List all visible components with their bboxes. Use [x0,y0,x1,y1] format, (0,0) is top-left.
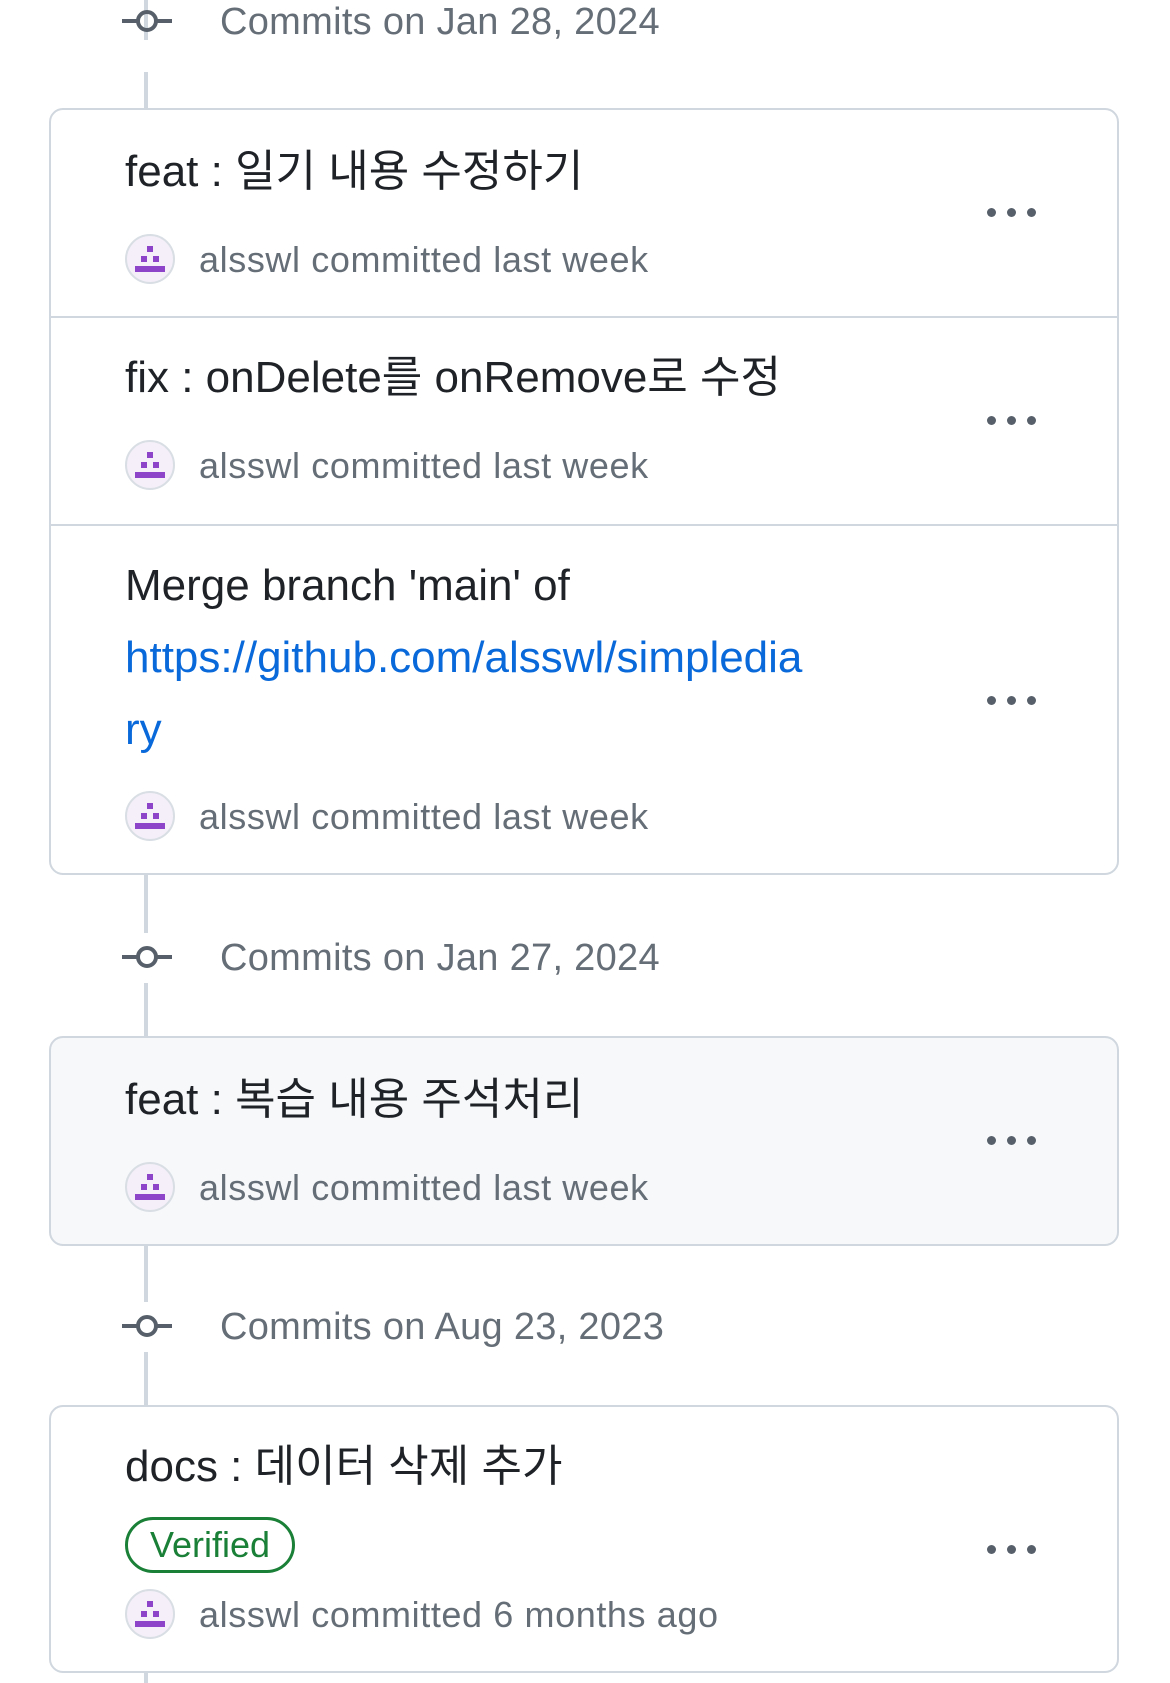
commit-author-time: alsswl committed last week [199,239,649,280]
commit-title[interactable]: Merge branch 'main' of [125,550,570,622]
avatar[interactable] [125,1162,175,1212]
commit-group-date: Commits on Aug 23, 2023 [220,1306,665,1348]
more-options-button[interactable] [981,1120,1041,1160]
git-commit-icon [122,10,172,32]
commit-group-header: Commits on Jan 27, 2024 [0,928,1170,988]
avatar[interactable] [125,1589,175,1639]
commit-title-link-continued[interactable]: ry [125,694,162,766]
commit-title[interactable]: fix : onDelete를 onRemove로 수정 [125,342,781,414]
kebab-horizontal-icon [987,1136,996,1145]
timeline-line [144,1352,148,1406]
kebab-horizontal-icon [987,696,996,705]
kebab-horizontal-icon [987,208,996,217]
timeline-line [144,983,148,1037]
more-options-button[interactable] [981,192,1041,232]
commit-title[interactable]: docs : 데이터 삭제 추가 [125,1431,562,1503]
avatar[interactable] [125,234,175,284]
git-commit-icon [122,1315,172,1337]
commit-row[interactable]: Merge branch 'main' of https://github.co… [51,526,1117,873]
commit-list-card: feat : 일기 내용 수정하기 alsswl committed last … [49,108,1119,875]
kebab-horizontal-icon [987,1545,996,1554]
timeline-line [144,873,148,933]
kebab-horizontal-icon [987,416,996,425]
verified-badge[interactable]: Verified [125,1517,296,1573]
commit-row[interactable]: feat : 일기 내용 수정하기 alsswl committed last … [51,110,1117,316]
commit-row[interactable]: docs : 데이터 삭제 추가 Verified alsswl committ… [51,1407,1117,1671]
avatar[interactable] [125,440,175,490]
timeline-line [144,72,148,112]
commit-author-time: alsswl committed last week [199,1167,649,1208]
commit-author-time: alsswl committed 6 months ago [199,1594,719,1635]
commit-group-header: Commits on Aug 23, 2023 [0,1297,1170,1357]
timeline-line [144,1242,148,1302]
git-commit-icon [122,946,172,968]
commit-list-card: feat : 복습 내용 주석처리 alsswl committed last … [49,1036,1119,1246]
more-options-button[interactable] [981,400,1041,440]
commit-title[interactable]: feat : 복습 내용 주석처리 [125,1064,583,1136]
repo-link-continued[interactable]: ry [125,705,162,754]
commit-group-header: Commits on Jan 28, 2024 [0,0,1170,52]
avatar[interactable] [125,791,175,841]
commit-group-date: Commits on Jan 27, 2024 [220,937,660,979]
commit-list-card: docs : 데이터 삭제 추가 Verified alsswl committ… [49,1405,1119,1673]
commit-title[interactable]: feat : 일기 내용 수정하기 [125,136,583,208]
commit-author-time: alsswl committed last week [199,445,649,486]
commit-row[interactable]: feat : 복습 내용 주석처리 alsswl committed last … [51,1038,1117,1244]
commit-row[interactable]: fix : onDelete를 onRemove로 수정 alsswl comm… [51,318,1117,524]
commit-author-time: alsswl committed last week [199,796,649,837]
repo-link[interactable]: https://github.com/alsswl/simpledia [125,633,802,682]
more-options-button[interactable] [981,1529,1041,1569]
commit-group-date: Commits on Jan 28, 2024 [220,1,660,43]
commit-title-link[interactable]: https://github.com/alsswl/simpledia [125,622,802,694]
more-options-button[interactable] [981,680,1041,720]
